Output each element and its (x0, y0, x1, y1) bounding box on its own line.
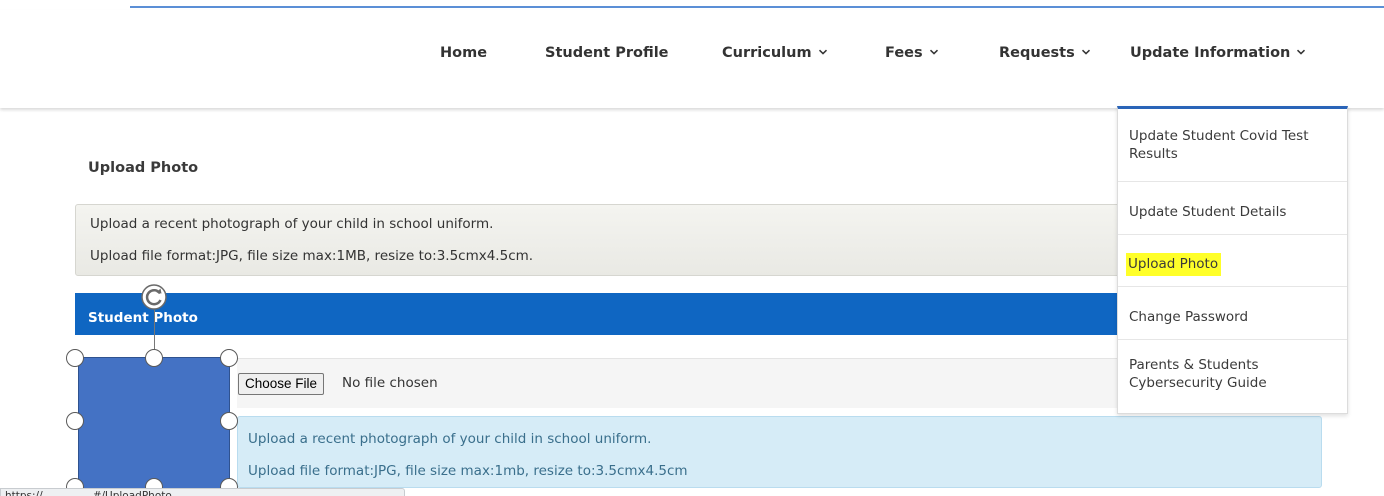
update-information-dropdown: Update Student Covid Test Results Update… (1117, 106, 1348, 414)
top-strip-left (0, 0, 130, 8)
dropdown-item-upload-photo[interactable]: Upload Photo (1118, 235, 1347, 287)
nav-update-information-label: Update Information (1130, 45, 1291, 61)
nav-update-information[interactable]: Update Information (1130, 45, 1306, 61)
chevron-down-icon (1081, 47, 1091, 57)
instructions-box: Upload a recent photograph of your child… (75, 204, 1235, 276)
dropdown-item-label: Parents & Students Cybersecurity Guide (1129, 357, 1267, 391)
status-bar-url: https://...............#/UploadPhoto... (0, 488, 405, 496)
dropdown-item-student-details[interactable]: Update Student Details (1118, 182, 1347, 235)
instructions-line-2: Upload file format:JPG, file size max:1M… (90, 248, 534, 264)
nav-student-profile[interactable]: Student Profile (545, 45, 669, 61)
choose-file-button[interactable]: Choose File (238, 373, 325, 395)
student-photo-panel-header: Student Photo (75, 293, 1235, 335)
alert-line-2: Upload file format:JPG, file size max:1m… (248, 463, 688, 479)
nav-curriculum-label: Curriculum (722, 45, 812, 61)
resize-handle-top[interactable] (145, 349, 163, 367)
resize-handle-right[interactable] (220, 412, 238, 430)
selected-rectangle-shape[interactable] (78, 357, 230, 489)
chevron-down-icon (1296, 47, 1306, 57)
nav-curriculum[interactable]: Curriculum (722, 45, 828, 61)
dropdown-item-label: Update Student Covid Test Results (1129, 128, 1309, 162)
upload-info-alert: Upload a recent photograph of your child… (237, 416, 1322, 488)
instructions-line-1: Upload a recent photograph of your child… (90, 216, 494, 232)
nav-fees-label: Fees (885, 45, 923, 61)
main-navbar: Home Student Profile Curriculum Fees Req… (0, 10, 1384, 108)
resize-handle-top-right[interactable] (220, 349, 238, 367)
chevron-down-icon (929, 47, 939, 57)
alert-line-1: Upload a recent photograph of your child… (248, 431, 652, 447)
top-accent-strip (0, 0, 1384, 8)
dropdown-item-change-password[interactable]: Change Password (1118, 287, 1347, 340)
page-title: Upload Photo (88, 160, 199, 176)
panel-title: Student Photo (88, 310, 198, 326)
nav-home[interactable]: Home (440, 45, 487, 61)
dropdown-item-label-highlighted: Upload Photo (1126, 253, 1222, 276)
resize-handle-left[interactable] (66, 412, 84, 430)
no-file-chosen-text: No file chosen (342, 375, 438, 391)
dropdown-item-cybersecurity-guide[interactable]: Parents & Students Cybersecurity Guide (1118, 340, 1347, 414)
nav-student-profile-label: Student Profile (545, 45, 669, 61)
nav-home-label: Home (440, 45, 488, 61)
dropdown-item-label: Update Student Details (1129, 204, 1287, 220)
nav-requests-label: Requests (999, 45, 1075, 61)
nav-requests[interactable]: Requests (999, 45, 1091, 61)
chevron-down-icon (818, 47, 828, 57)
resize-handle-top-left[interactable] (66, 349, 84, 367)
rotate-handle-icon[interactable] (140, 283, 168, 311)
dropdown-item-covid-test[interactable]: Update Student Covid Test Results (1118, 109, 1347, 182)
dropdown-item-label: Change Password (1129, 309, 1249, 325)
nav-fees[interactable]: Fees (885, 45, 939, 61)
